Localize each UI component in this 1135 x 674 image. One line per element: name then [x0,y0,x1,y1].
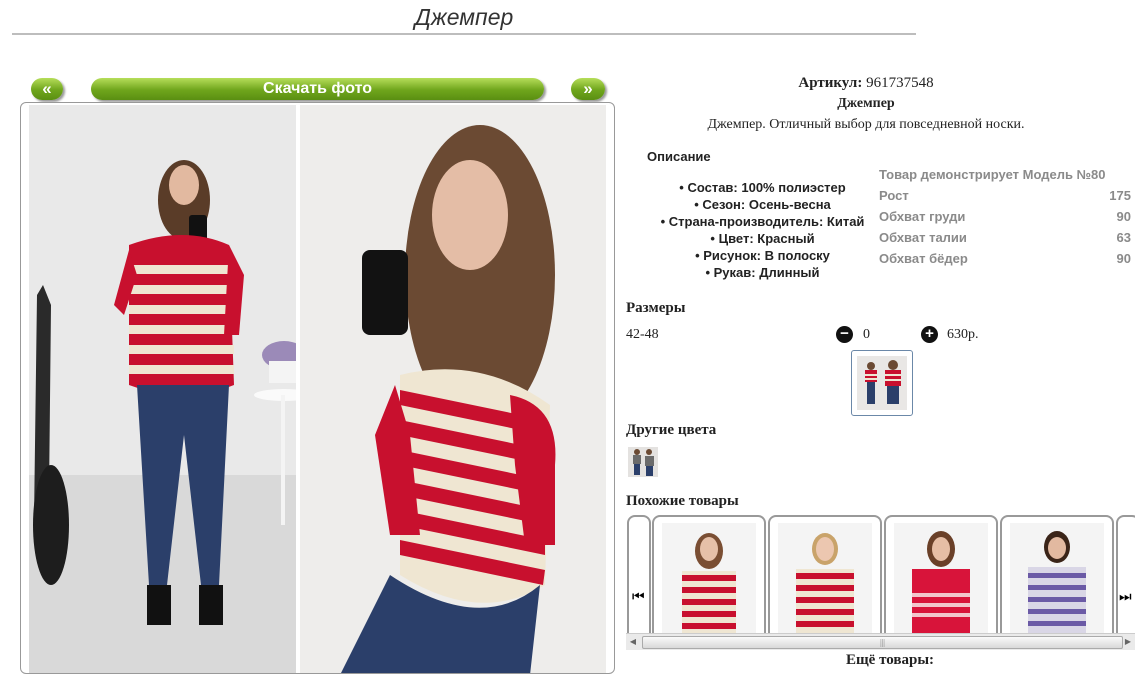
article-value: 961737548 [866,75,934,91]
sizes-heading: Размеры [626,300,686,316]
property-item: Сезон: Осень-весна [640,196,885,213]
size-label: 42-48 [626,327,659,342]
model-measurements: Товар демонстрирует Модель №80 Рост 175 О… [879,164,1131,269]
similar-product-card[interactable] [884,515,998,633]
similar-card-partial[interactable] [627,515,651,633]
size-row: 42-48 − 0 + 630р. [626,325,986,345]
product-photo-closeup[interactable] [300,105,606,673]
similar-product-image [662,523,756,633]
price-value: 630р. [947,327,979,342]
similar-product-image [1010,523,1104,633]
property-item: Рукав: Длинный [640,264,885,281]
product-photo-front[interactable] [29,105,296,673]
property-item: Рисунок: В полоску [640,247,885,264]
similar-product-card[interactable] [1000,515,1114,633]
scroll-right-icon[interactable]: ▶ [1121,634,1135,650]
similar-card-partial[interactable] [1116,515,1135,633]
carousel-scrollbar[interactable]: ◀ ||| ▶ [626,633,1135,650]
model-photo-closeup [300,105,606,673]
article-line: Артикул: 961737548 [621,75,1111,92]
similar-product-image [778,523,872,633]
property-item: Страна-производитель: Китай [640,213,885,230]
next-photo-button[interactable]: » [571,78,605,100]
title-divider [12,33,916,35]
similar-heading: Похожие товары [626,493,739,509]
red-striped-sweater-closeup [375,369,556,603]
article-label: Артикул: [798,75,863,91]
similar-product-card[interactable] [768,515,882,633]
selected-photo-thumbnail[interactable] [851,350,913,416]
decrease-quantity-button[interactable]: − [836,326,853,343]
similar-products-carousel: ⏮ ⏭ [626,515,1135,633]
photo-viewer [20,102,615,674]
product-name: Джемпер [837,96,895,111]
model-row: Обхват талии 63 [879,230,1131,245]
red-striped-sweater [114,235,244,395]
model-heading: Товар демонстрирует Модель №80 [879,167,1106,182]
prev-photo-button[interactable]: « [31,78,63,100]
more-products-heading: Ещё товары: [846,652,935,668]
property-list: Состав: 100% полиэстер Сезон: Осень-весн… [640,179,885,281]
similar-product-card[interactable] [652,515,766,633]
model-row: Обхват бёдер 90 [879,251,1131,266]
other-colors-heading: Другие цвета [626,422,717,438]
similar-product-image [894,523,988,633]
increase-quantity-button[interactable]: + [921,326,938,343]
property-item: Цвет: Красный [640,230,885,247]
model-row: Обхват груди 90 [879,209,1131,224]
property-item: Состав: 100% полиэстер [640,179,885,196]
model-row: Рост 175 [879,188,1131,203]
carousel-prev-icon[interactable]: ⏮ [632,589,645,605]
product-description: Джемпер. Отличный выбор для повседневной… [707,117,1025,132]
quantity-value: 0 [863,327,870,342]
scrollbar-thumb[interactable]: ||| [642,636,1123,649]
carousel-next-icon[interactable]: ⏭ [1119,589,1132,605]
page-title: Джемпер [414,4,514,30]
download-photo-button[interactable]: Скачать фото [91,78,544,100]
thumbnail-image [857,356,907,410]
description-heading: Описание [647,149,711,164]
color-variant-thumbnail[interactable] [628,447,658,477]
scroll-left-icon[interactable]: ◀ [626,634,640,650]
model-photo-full-body [29,105,296,673]
